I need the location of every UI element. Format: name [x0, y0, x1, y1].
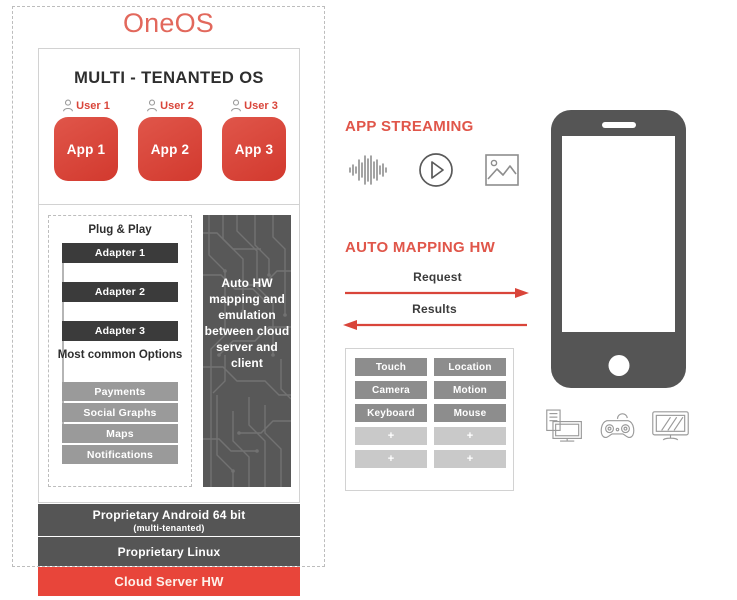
user-name-3: User 3 — [244, 99, 278, 112]
app-streaming-icons — [348, 145, 523, 195]
auto-mapping-hw-title: AUTO MAPPING HW — [345, 239, 496, 256]
hw-cell-add-1[interactable]: + — [355, 427, 427, 445]
tv-monitor-icon — [652, 411, 689, 441]
auto-hw-mapping-text: Auto HW mapping and emulation between cl… — [204, 276, 290, 370]
phone-home-button[interactable] — [608, 355, 629, 376]
arrow-right-icon — [345, 288, 529, 298]
app-tile-2[interactable]: App 2 — [138, 117, 202, 181]
phone-speaker — [601, 122, 636, 128]
request-arrow-group: Request — [345, 270, 530, 304]
user-column-2: User 2 App 2 — [131, 99, 209, 181]
hw-cell-motion[interactable]: Motion — [434, 381, 506, 399]
user-icon — [231, 99, 242, 112]
stack-bar-linux: Proprietary Linux — [38, 537, 300, 566]
hw-capability-panel: Touch Location Camera Motion Keyboard Mo… — [345, 348, 514, 491]
hw-cell-keyboard[interactable]: Keyboard — [355, 404, 427, 422]
app-streaming-title: APP STREAMING — [345, 118, 474, 135]
multi-tenanted-os-card: MULTI - TENANTED OS User 1 App 1 User 2 … — [38, 48, 300, 503]
hw-cell-mouse[interactable]: Mouse — [434, 404, 506, 422]
request-label: Request — [413, 270, 462, 284]
stack-bar-android-label: Proprietary Android 64 bit — [92, 507, 246, 522]
user-name-2: User 2 — [160, 99, 194, 112]
arrow-left-icon — [343, 320, 527, 330]
hw-cell-add-4[interactable]: + — [434, 450, 506, 468]
plug-and-play-title: Plug & Play — [88, 224, 152, 236]
game-controller-icon — [600, 413, 635, 439]
user-label-1: User 1 — [62, 99, 110, 112]
play-circle-icon[interactable] — [418, 152, 454, 188]
option-item-social-graphs[interactable]: Social Graphs — [62, 403, 178, 422]
client-device-icons — [545, 402, 690, 450]
results-arrow-group: Results — [342, 302, 527, 336]
hw-cell-add-3[interactable]: + — [355, 450, 427, 468]
users-row: User 1 App 1 User 2 App 2 User 3 App 3 — [47, 99, 293, 181]
image-icon — [485, 154, 519, 186]
stack-bar-cloud-label: Cloud Server HW — [114, 574, 224, 589]
lower-panel: Plug & Play Adapter 1 Adapter 2 Adapter … — [39, 205, 299, 504]
smartphone-icon — [551, 110, 686, 388]
user-icon — [147, 99, 158, 112]
adapter-item-2[interactable]: Adapter 2 — [62, 282, 178, 302]
most-common-options-title: Most common Options — [57, 349, 183, 361]
hw-cell-location[interactable]: Location — [434, 358, 506, 376]
hw-cell-camera[interactable]: Camera — [355, 381, 427, 399]
hw-capability-grid: Touch Location Camera Motion Keyboard Mo… — [355, 358, 506, 468]
user-column-1: User 1 App 1 — [47, 99, 125, 181]
stack-bar-android-sublabel: (multi-tenanted) — [133, 522, 205, 533]
stack-bar-android: Proprietary Android 64 bit (multi-tenant… — [38, 504, 300, 536]
user-label-2: User 2 — [146, 99, 194, 112]
os-card-heading: MULTI - TENANTED OS — [74, 69, 264, 87]
audio-waveform-icon — [349, 155, 387, 185]
adapter-item-1[interactable]: Adapter 1 — [62, 243, 178, 263]
stack-bar-linux-label: Proprietary Linux — [117, 544, 221, 559]
stack-bar-cloud-server-hw: Cloud Server HW — [38, 567, 300, 596]
hw-cell-add-2[interactable]: + — [434, 427, 506, 445]
option-item-maps[interactable]: Maps — [62, 424, 178, 443]
desktop-computer-icon — [546, 409, 582, 442]
auto-hw-mapping-panel: Auto HW mapping and emulation between cl… — [203, 215, 291, 487]
user-icon — [63, 99, 74, 112]
phone-screen — [562, 136, 675, 332]
adapter-item-3[interactable]: Adapter 3 — [62, 321, 178, 341]
page-title: OneOS — [122, 8, 215, 38]
app-tile-3[interactable]: App 3 — [222, 117, 286, 181]
user-name-1: User 1 — [76, 99, 110, 112]
results-label: Results — [412, 302, 457, 316]
hw-cell-touch[interactable]: Touch — [355, 358, 427, 376]
user-label-3: User 3 — [230, 99, 278, 112]
option-item-payments[interactable]: Payments — [62, 382, 178, 401]
option-item-notifications[interactable]: Notifications — [62, 445, 178, 464]
user-column-3: User 3 App 3 — [215, 99, 293, 181]
app-tile-1[interactable]: App 1 — [54, 117, 118, 181]
